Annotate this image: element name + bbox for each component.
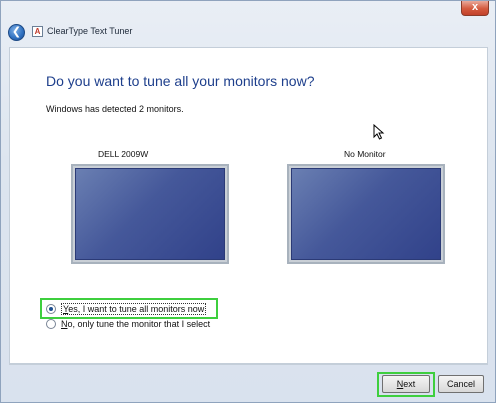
page-heading: Do you want to tune all your monitors no… xyxy=(46,73,315,89)
cleartype-window: x ❮ A ClearType Text Tuner Do you want t… xyxy=(0,0,496,403)
footer-divider xyxy=(9,364,488,365)
back-arrow-icon: ❮ xyxy=(11,26,22,38)
close-button[interactable]: x xyxy=(461,1,489,16)
monitor-dell-2009w[interactable] xyxy=(71,164,229,264)
monitor-label-no-monitor: No Monitor xyxy=(344,149,386,159)
close-icon: x xyxy=(471,1,479,13)
radio-button-unchecked[interactable] xyxy=(46,319,56,329)
cleartype-app-icon: A xyxy=(32,26,43,37)
content-panel: Do you want to tune all your monitors no… xyxy=(9,47,488,364)
radio-option-tune-all[interactable]: Yes, I want to tune all monitors now xyxy=(46,303,207,315)
monitor-screen xyxy=(291,168,441,260)
monitor-screen xyxy=(75,168,225,260)
monitor-no-monitor[interactable] xyxy=(287,164,445,264)
radio-option-tune-selected-label: No, only tune the monitor that I select xyxy=(61,319,211,329)
detected-monitors-text: Windows has detected 2 monitors. xyxy=(46,104,184,114)
next-button[interactable]: Next xyxy=(382,375,430,393)
window-title: ClearType Text Tuner xyxy=(47,26,133,36)
mouse-cursor-icon xyxy=(373,124,385,140)
monitor-label-dell: DELL 2009W xyxy=(98,149,149,159)
back-button[interactable]: ❮ xyxy=(8,24,25,41)
app-icon-glyph: A xyxy=(34,27,41,36)
radio-option-tune-selected[interactable]: No, only tune the monitor that I select xyxy=(46,319,210,329)
radio-button-checked[interactable] xyxy=(46,304,56,314)
cancel-button[interactable]: Cancel xyxy=(438,375,484,393)
radio-option-tune-all-label: Yes, I want to tune all monitors now xyxy=(61,303,207,315)
